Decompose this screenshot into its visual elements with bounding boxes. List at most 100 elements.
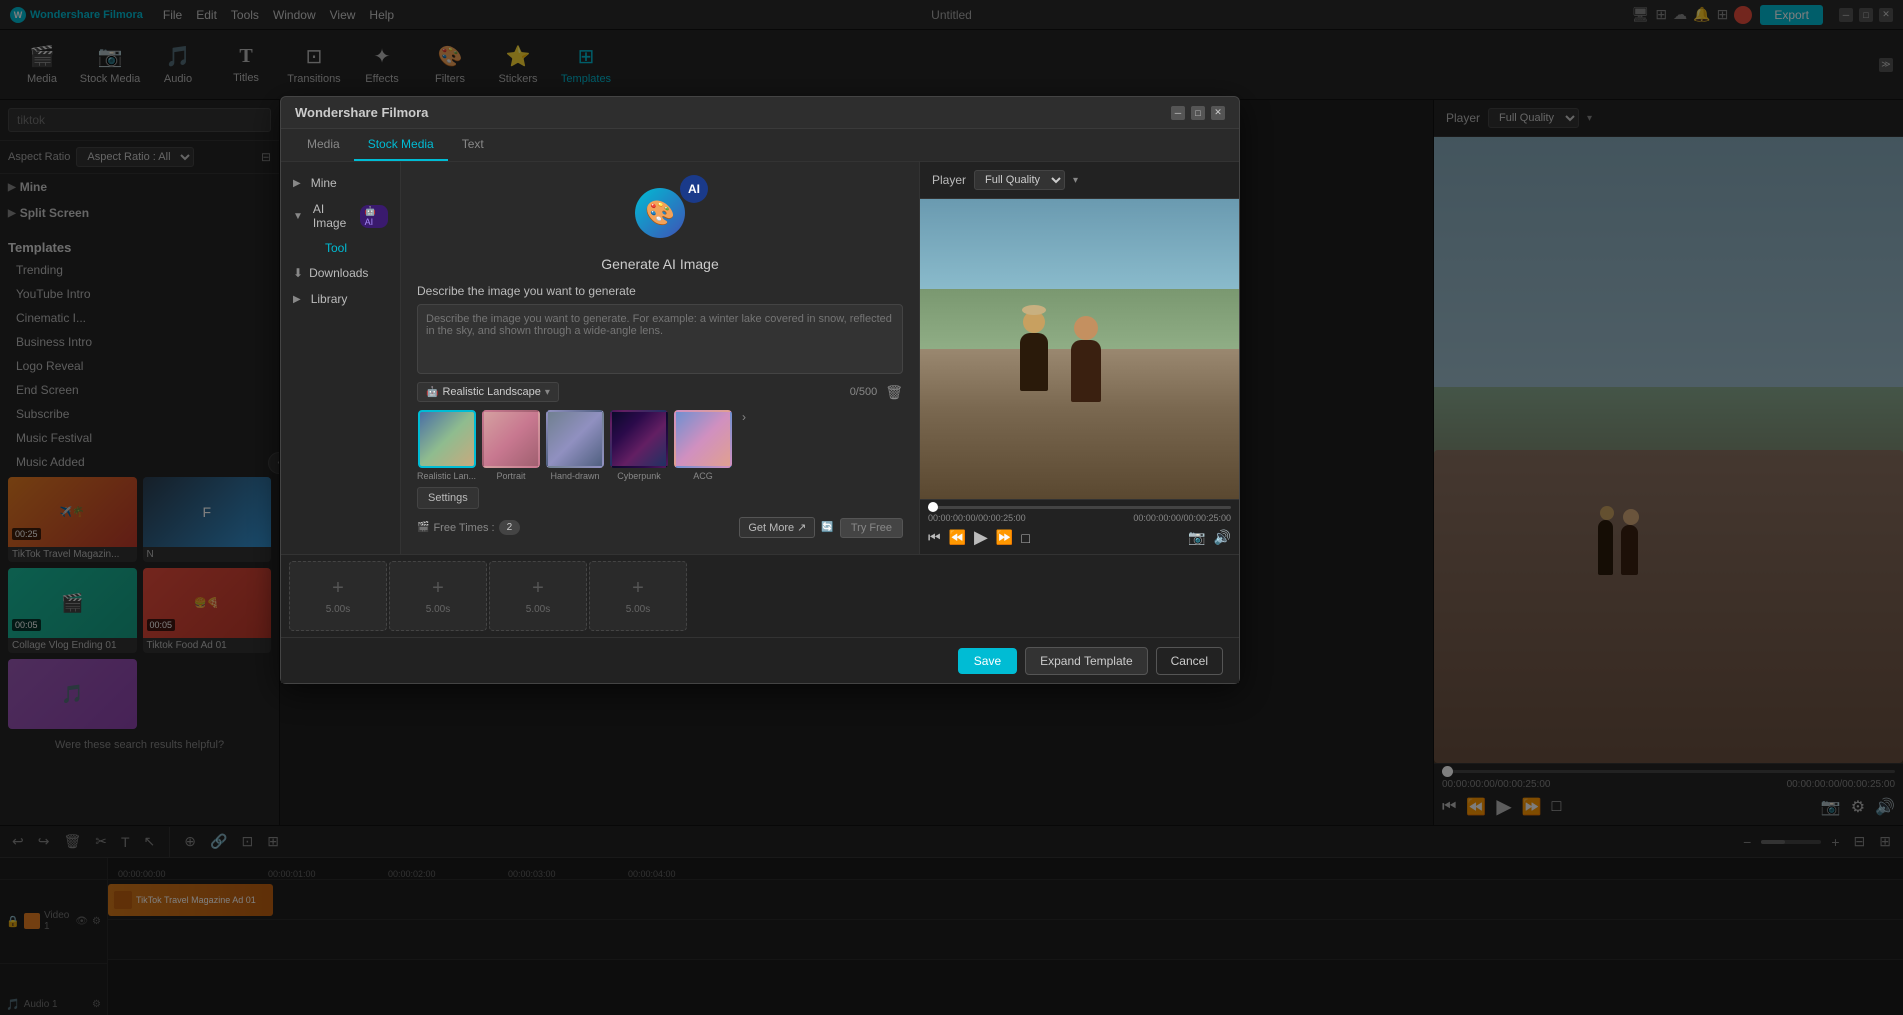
template-slots-row: + 5.00s + 5.00s + 5.00s + 5.00s [281,554,1239,637]
dlg-person2 [1067,340,1105,415]
dlg-loop-btn[interactable]: □ [1021,530,1029,546]
style-count-clear: 0/500 🗑 [850,384,903,401]
template-slot-2[interactable]: + 5.00s [389,561,487,631]
clear-textarea-btn[interactable]: 🗑 [885,384,903,401]
dialog-tab-text[interactable]: Text [448,129,498,161]
ai-image-badge: 🤖 AI [360,205,388,228]
slot-plus-2: + [432,577,444,600]
dlg-progress-thumb [928,502,938,512]
ai-image-logo: 🎨 AI [615,178,705,248]
dlg-right-time-current: 00:00:00:00 [1133,513,1181,523]
mine-expand-icon: ▶ [293,178,301,189]
dlg-player-label: Player [932,173,966,187]
slot-duration-2: 5.00s [426,604,450,615]
dialog-main: 🎨 AI Generate AI Image Describe the imag… [401,162,1239,554]
dialog-close-btn[interactable]: ✕ [1211,106,1225,120]
library-expand-icon: ▶ [293,294,301,305]
style-card-realistic-label: Realistic Lan... [417,471,476,481]
dlg-progress-track[interactable] [928,506,1231,509]
style-card-acg[interactable]: ACG [674,410,732,481]
style-card-portrait[interactable]: Portrait [482,410,540,481]
dialog-player: Player Full Quality Half Quality ▾ [919,162,1239,554]
get-more-icon: ↗ [797,521,806,534]
ai-palette-icon: 🎨 [645,199,675,228]
free-times-row: 🎬 Free Times : 2 Get More ↗ 🔄 Try Free [417,517,903,538]
dlg-sidebar-tool[interactable]: Tool [281,236,400,260]
style-card-handdrawn-label: Hand-drawn [551,471,600,481]
downloads-icon: ⬇ [293,266,303,280]
dlg-player-header: Player Full Quality Half Quality ▾ [920,162,1239,199]
dialog-title-bar: Wondershare Filmora ─ □ ✕ [281,97,1239,129]
save-button[interactable]: Save [958,648,1017,674]
refresh-icon[interactable]: 🔄 [821,522,833,533]
style-card-cyberpunk-label: Cyberpunk [617,471,661,481]
dlg-sidebar-mine[interactable]: ▶ Mine [281,170,400,196]
dlg-skip-back-btn[interactable]: ⏮ [928,529,941,546]
dlg-right-time-total: 00:00:25:00 [1183,513,1231,523]
dlg-time-display-row: 00:00:00:00 / 00:00:25:00 00:00:00:00 / … [928,513,1231,523]
dlg-ai-image-label: AI Image [313,202,354,230]
expand-template-button[interactable]: Expand Template [1025,647,1148,675]
ai-image-dialog: Wondershare Filmora ─ □ ✕ Media Stock Me… [280,96,1240,684]
style-card-acg-img [674,410,732,468]
describe-textarea[interactable] [417,304,903,374]
free-times-label: Free Times : [433,522,494,534]
dlg-volume-btn[interactable]: 🔊 [1214,529,1231,546]
dlg-mine-label: Mine [311,176,337,190]
style-card-acg-label: ACG [693,471,713,481]
get-more-label: Get More [748,522,794,534]
style-card-handdrawn[interactable]: Hand-drawn [546,410,604,481]
style-card-cyberpunk[interactable]: Cyberpunk [610,410,668,481]
dlg-step-fwd-btn[interactable]: ⏩ [996,529,1013,546]
style-card-portrait-label: Portrait [497,471,526,481]
dlg-ctrl-row: ⏮ ⏪ ▶ ⏩ □ 📷 🔊 [928,527,1231,548]
dialog-minimize-btn[interactable]: ─ [1171,106,1185,120]
dialog-title: Wondershare Filmora [295,105,428,120]
dlg-sidebar-ai-image[interactable]: ▼ AI Image 🤖 AI [281,196,400,236]
free-times-value: 2 [499,520,521,535]
style-label: Realistic Landscape [442,386,540,398]
dialog-tab-stock-media[interactable]: Stock Media [354,129,448,161]
dlg-person1 [1016,333,1052,403]
dialog-body: ▶ Mine ▼ AI Image 🤖 AI Tool ⬇ Downloa [281,162,1239,554]
cancel-button[interactable]: Cancel [1156,647,1223,675]
generate-title: Generate AI Image [601,256,719,272]
dlg-quality-select[interactable]: Full Quality Half Quality [974,170,1065,190]
dlg-outdoor-photo [920,199,1239,499]
style-card-realistic[interactable]: Realistic Lan... [417,410,476,481]
dlg-play-btn[interactable]: ▶ [974,527,988,548]
template-slot-3[interactable]: + 5.00s [489,561,587,631]
get-more-button[interactable]: Get More ↗ [739,517,815,538]
free-times-actions: Get More ↗ 🔄 Try Free [739,517,903,538]
settings-button[interactable]: Settings [417,487,479,509]
dlg-downloads-label: Downloads [309,266,368,280]
dlg-player-controls: 00:00:00:00 / 00:00:25:00 00:00:00:00 / … [920,499,1239,554]
slot-plus-4: + [632,577,644,600]
dialog-maximize-btn[interactable]: □ [1191,106,1205,120]
dialog-overlay: Wondershare Filmora ─ □ ✕ Media Stock Me… [0,0,1903,1015]
slot-plus-1: + [332,577,344,600]
style-card-realistic-img [418,410,476,468]
dlg-library-label: Library [311,292,348,306]
style-card-handdrawn-img [546,410,604,468]
filmora-icon: 🎬 [417,522,429,533]
dialog-win-controls: ─ □ ✕ [1171,106,1225,120]
dialog-sidebar: ▶ Mine ▼ AI Image 🤖 AI Tool ⬇ Downloa [281,162,401,554]
dialog-tab-media[interactable]: Media [293,129,354,161]
style-ai-icon: 🤖 [426,387,438,398]
dlg-snapshot-btn[interactable]: 📷 [1188,529,1205,546]
ai-logo-graphic: 🎨 AI [620,183,700,243]
dlg-sidebar-downloads[interactable]: ⬇ Downloads [281,260,400,286]
dlg-tool-label: Tool [325,241,347,255]
dlg-sidebar-library[interactable]: ▶ Library [281,286,400,312]
dlg-step-back-btn[interactable]: ⏪ [949,529,966,546]
style-arrow-next[interactable]: › [738,410,750,481]
template-slot-4[interactable]: + 5.00s [589,561,687,631]
describe-label: Describe the image you want to generate [417,284,636,298]
template-slot-1[interactable]: + 5.00s [289,561,387,631]
dlg-player-preview [920,199,1239,499]
ai-badge-overlay: AI [680,175,708,203]
dialog-tab-bar: Media Stock Media Text [281,129,1239,162]
style-select[interactable]: 🤖 Realistic Landscape ▾ [417,382,559,402]
try-free-button[interactable]: Try Free [840,518,903,538]
